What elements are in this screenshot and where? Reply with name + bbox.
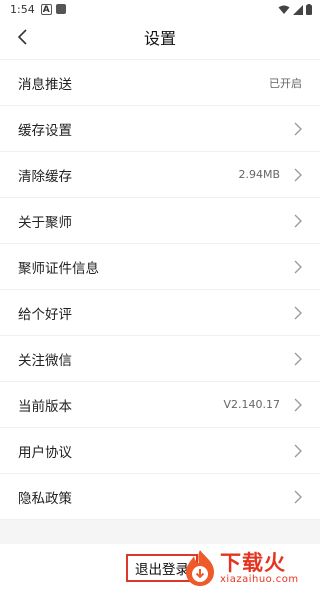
watermark-en: xiazaihuo.com xyxy=(220,574,299,585)
chevron-right-icon xyxy=(294,398,302,411)
watermark: 下载火 xiazaihuo.com xyxy=(182,548,310,588)
nav-bar: 设置 xyxy=(0,18,320,56)
wifi-icon xyxy=(278,5,290,14)
settings-row-version[interactable]: 当前版本 V2.140.17 xyxy=(0,381,320,427)
chevron-right-icon xyxy=(294,168,302,181)
chevron-right-icon xyxy=(294,122,302,135)
settings-row-user-agreement[interactable]: 用户协议 xyxy=(0,427,320,473)
watermark-text: 下载火 xiazaihuo.com xyxy=(220,551,299,585)
status-time: 1:54 xyxy=(10,2,35,16)
row-label: 隐私政策 xyxy=(18,490,72,507)
settings-row-clear-cache[interactable]: 清除缓存 2.94MB xyxy=(0,151,320,197)
row-label: 清除缓存 xyxy=(18,168,72,185)
settings-row-privacy[interactable]: 隐私政策 xyxy=(0,473,320,519)
section-divider xyxy=(0,519,320,544)
chevron-right-icon xyxy=(294,260,302,273)
row-label: 聚师证件信息 xyxy=(18,260,99,277)
row-value: 2.94MB xyxy=(238,168,280,181)
notification-a-icon: A xyxy=(40,3,52,15)
row-label: 当前版本 xyxy=(18,398,72,415)
notification-app-icon xyxy=(55,4,66,14)
row-label: 缓存设置 xyxy=(18,122,72,139)
settings-row-certificate[interactable]: 聚师证件信息 xyxy=(0,243,320,289)
chevron-right-icon xyxy=(294,490,302,503)
settings-row-cache-settings[interactable]: 缓存设置 xyxy=(0,105,320,151)
row-label: 给个好评 xyxy=(18,306,72,323)
settings-row-about[interactable]: 关于聚师 xyxy=(0,197,320,243)
logout-section: 退出登录 下载火 xiazaihuo.com xyxy=(0,544,320,596)
row-label: 关注微信 xyxy=(18,352,72,369)
watermark-cn: 下载火 xyxy=(220,551,286,575)
row-label: 用户协议 xyxy=(18,444,72,461)
battery-icon xyxy=(306,4,312,15)
settings-row-wechat[interactable]: 关注微信 xyxy=(0,335,320,381)
settings-row-push[interactable]: 消息推送 已开启 xyxy=(0,59,320,105)
back-arrow-icon[interactable] xyxy=(14,26,34,48)
chevron-right-icon xyxy=(294,306,302,319)
chevron-right-icon xyxy=(294,214,302,227)
page-title: 设置 xyxy=(143,29,176,48)
status-bar: 1:54 A xyxy=(0,0,320,18)
row-value: V2.140.17 xyxy=(223,398,280,411)
chevron-right-icon xyxy=(294,444,302,457)
signal-icon xyxy=(293,4,303,15)
flame-logo-icon xyxy=(186,550,214,586)
settings-list: 消息推送 已开启 缓存设置 清除缓存 2.94MB 关于聚师 聚师证件信息 给个… xyxy=(0,59,320,519)
chevron-right-icon xyxy=(294,352,302,365)
settings-row-rate[interactable]: 给个好评 xyxy=(0,289,320,335)
row-value: 已开启 xyxy=(269,76,302,90)
row-label: 关于聚师 xyxy=(18,214,72,231)
row-label: 消息推送 xyxy=(18,76,72,93)
